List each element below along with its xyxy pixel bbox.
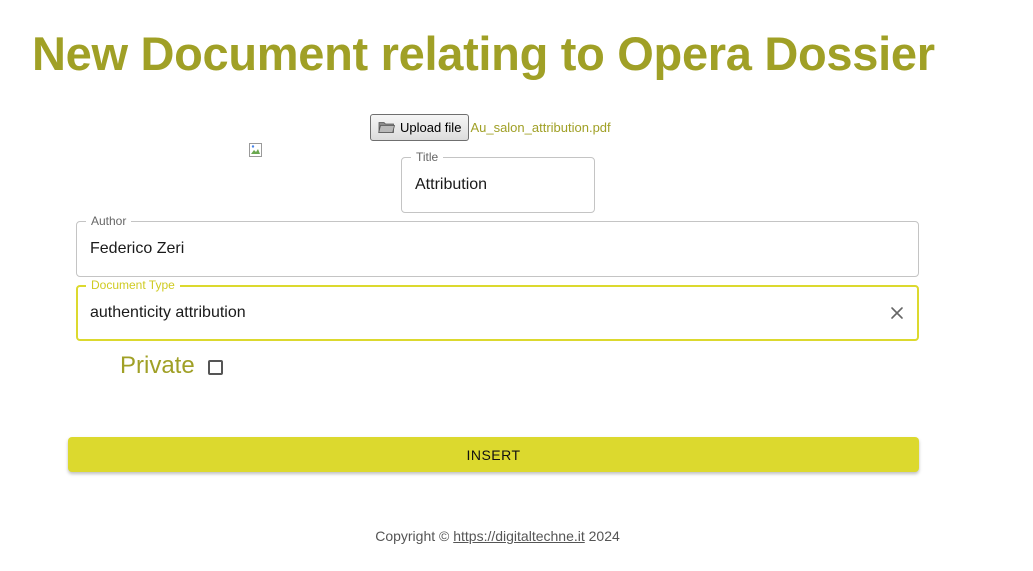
insert-button[interactable]: INSERT bbox=[68, 437, 919, 472]
close-icon[interactable] bbox=[887, 303, 907, 323]
document-type-field[interactable]: Document Type authenticity attribution bbox=[76, 278, 919, 341]
website-link[interactable]: https://digitaltechne.it bbox=[453, 528, 585, 544]
document-type-field-label: Document Type bbox=[86, 278, 180, 292]
private-label: Private bbox=[120, 352, 195, 379]
title-field[interactable]: Title Attribution bbox=[401, 150, 595, 213]
private-option: Private bbox=[120, 352, 223, 380]
footer: Copyright © https://digitaltechne.it 202… bbox=[0, 528, 995, 544]
document-type-field-value[interactable]: authenticity attribution bbox=[90, 304, 246, 322]
upload-file-button[interactable]: Upload file bbox=[370, 113, 470, 141]
copyright-year: 2024 bbox=[588, 528, 620, 544]
author-field[interactable]: Author Federico Zeri bbox=[76, 214, 919, 277]
folder-icon bbox=[378, 120, 396, 134]
copyright-text: Copyright © bbox=[375, 528, 450, 544]
page-title: New Document relating to Opera Dossier bbox=[32, 27, 935, 80]
selected-file-name: Au_salon_attribution.pdf bbox=[470, 119, 611, 135]
broken-image-icon bbox=[248, 142, 264, 158]
private-checkbox[interactable] bbox=[207, 360, 223, 375]
file-upload: Upload file Au_salon_attribution.pdf bbox=[370, 113, 611, 141]
title-field-value[interactable]: Attribution bbox=[415, 176, 487, 194]
title-field-label: Title bbox=[411, 150, 444, 164]
upload-file-label: Upload file bbox=[400, 119, 462, 135]
author-field-value[interactable]: Federico Zeri bbox=[90, 240, 184, 258]
author-field-label: Author bbox=[86, 214, 132, 228]
